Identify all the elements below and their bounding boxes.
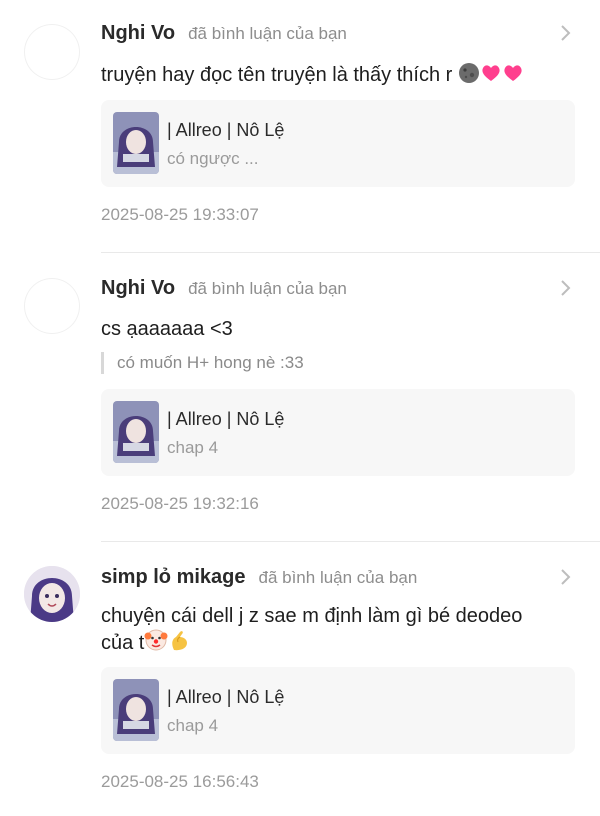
heart-icon xyxy=(482,65,500,81)
comment-line: chuyện cái dell j z sae m định làm gì bé… xyxy=(101,605,523,627)
notification-item[interactable]: Nghi Vo đã bình luận của bạn cs ạaaaaaa … xyxy=(0,253,600,541)
pinching-hand-icon xyxy=(172,631,188,651)
story-cover xyxy=(113,679,159,741)
story-cover xyxy=(113,112,159,174)
heart-icon xyxy=(504,65,522,81)
chevron-right-icon[interactable] xyxy=(558,566,574,588)
story-subtitle: chap 4 xyxy=(167,438,219,457)
user-name[interactable]: simp lỏ mikage xyxy=(101,566,246,589)
action-text: đã bình luận của bạn xyxy=(188,24,347,43)
clown-face-icon xyxy=(144,629,168,651)
story-card[interactable]: | Allreo | Nô Lệ có ngược ... xyxy=(101,100,575,187)
story-title: | Allreo | Nô Lệ xyxy=(167,120,285,140)
story-subtitle: chap 4 xyxy=(167,716,219,735)
user-name[interactable]: Nghi Vo xyxy=(101,277,175,300)
action-text: đã bình luận của bạn xyxy=(258,568,418,587)
timestamp: 2025-08-25 19:33:07 xyxy=(101,205,259,224)
notification-header: simp lỏ mikage đã bình luận của bạn xyxy=(101,566,417,589)
comment-text: truyện hay đọc tên truyện là thấy thích … xyxy=(101,62,581,87)
story-title: | Allreo | Nô Lệ xyxy=(167,687,285,707)
notification-item[interactable]: simp lỏ mikage đã bình luận của bạn chuy… xyxy=(0,542,600,816)
chevron-right-icon[interactable] xyxy=(558,277,574,299)
action-text: đã bình luận của bạn xyxy=(188,279,347,298)
user-name[interactable]: Nghi Vo xyxy=(101,22,175,45)
comment-text: chuyện cái dell j z sae m định làm gì bé… xyxy=(101,604,581,655)
comment-text: cs ạaaaaaa <3 xyxy=(101,318,233,340)
chevron-right-icon[interactable] xyxy=(558,22,574,44)
story-title: | Allreo | Nô Lệ xyxy=(167,409,285,429)
notification-header: Nghi Vo đã bình luận của bạn xyxy=(101,22,347,45)
notification-header: Nghi Vo đã bình luận của bạn xyxy=(101,277,347,300)
notification-item[interactable]: Nghi Vo đã bình luận của bạn truyện hay … xyxy=(0,0,600,252)
story-subtitle: có ngược ... xyxy=(167,149,259,168)
avatar[interactable] xyxy=(24,24,80,80)
story-card[interactable]: | Allreo | Nô Lệ chap 4 xyxy=(101,389,575,476)
timestamp: 2025-08-25 19:32:16 xyxy=(101,494,259,513)
comment-line: của t xyxy=(101,628,581,655)
avatar[interactable] xyxy=(24,566,80,622)
quoted-comment: có muốn H+ hong nè :33 xyxy=(101,352,304,374)
moon-face-icon xyxy=(458,63,479,83)
story-cover xyxy=(113,401,159,463)
timestamp: 2025-08-25 16:56:43 xyxy=(101,772,259,791)
story-card[interactable]: | Allreo | Nô Lệ chap 4 xyxy=(101,667,575,754)
avatar[interactable] xyxy=(24,278,80,334)
